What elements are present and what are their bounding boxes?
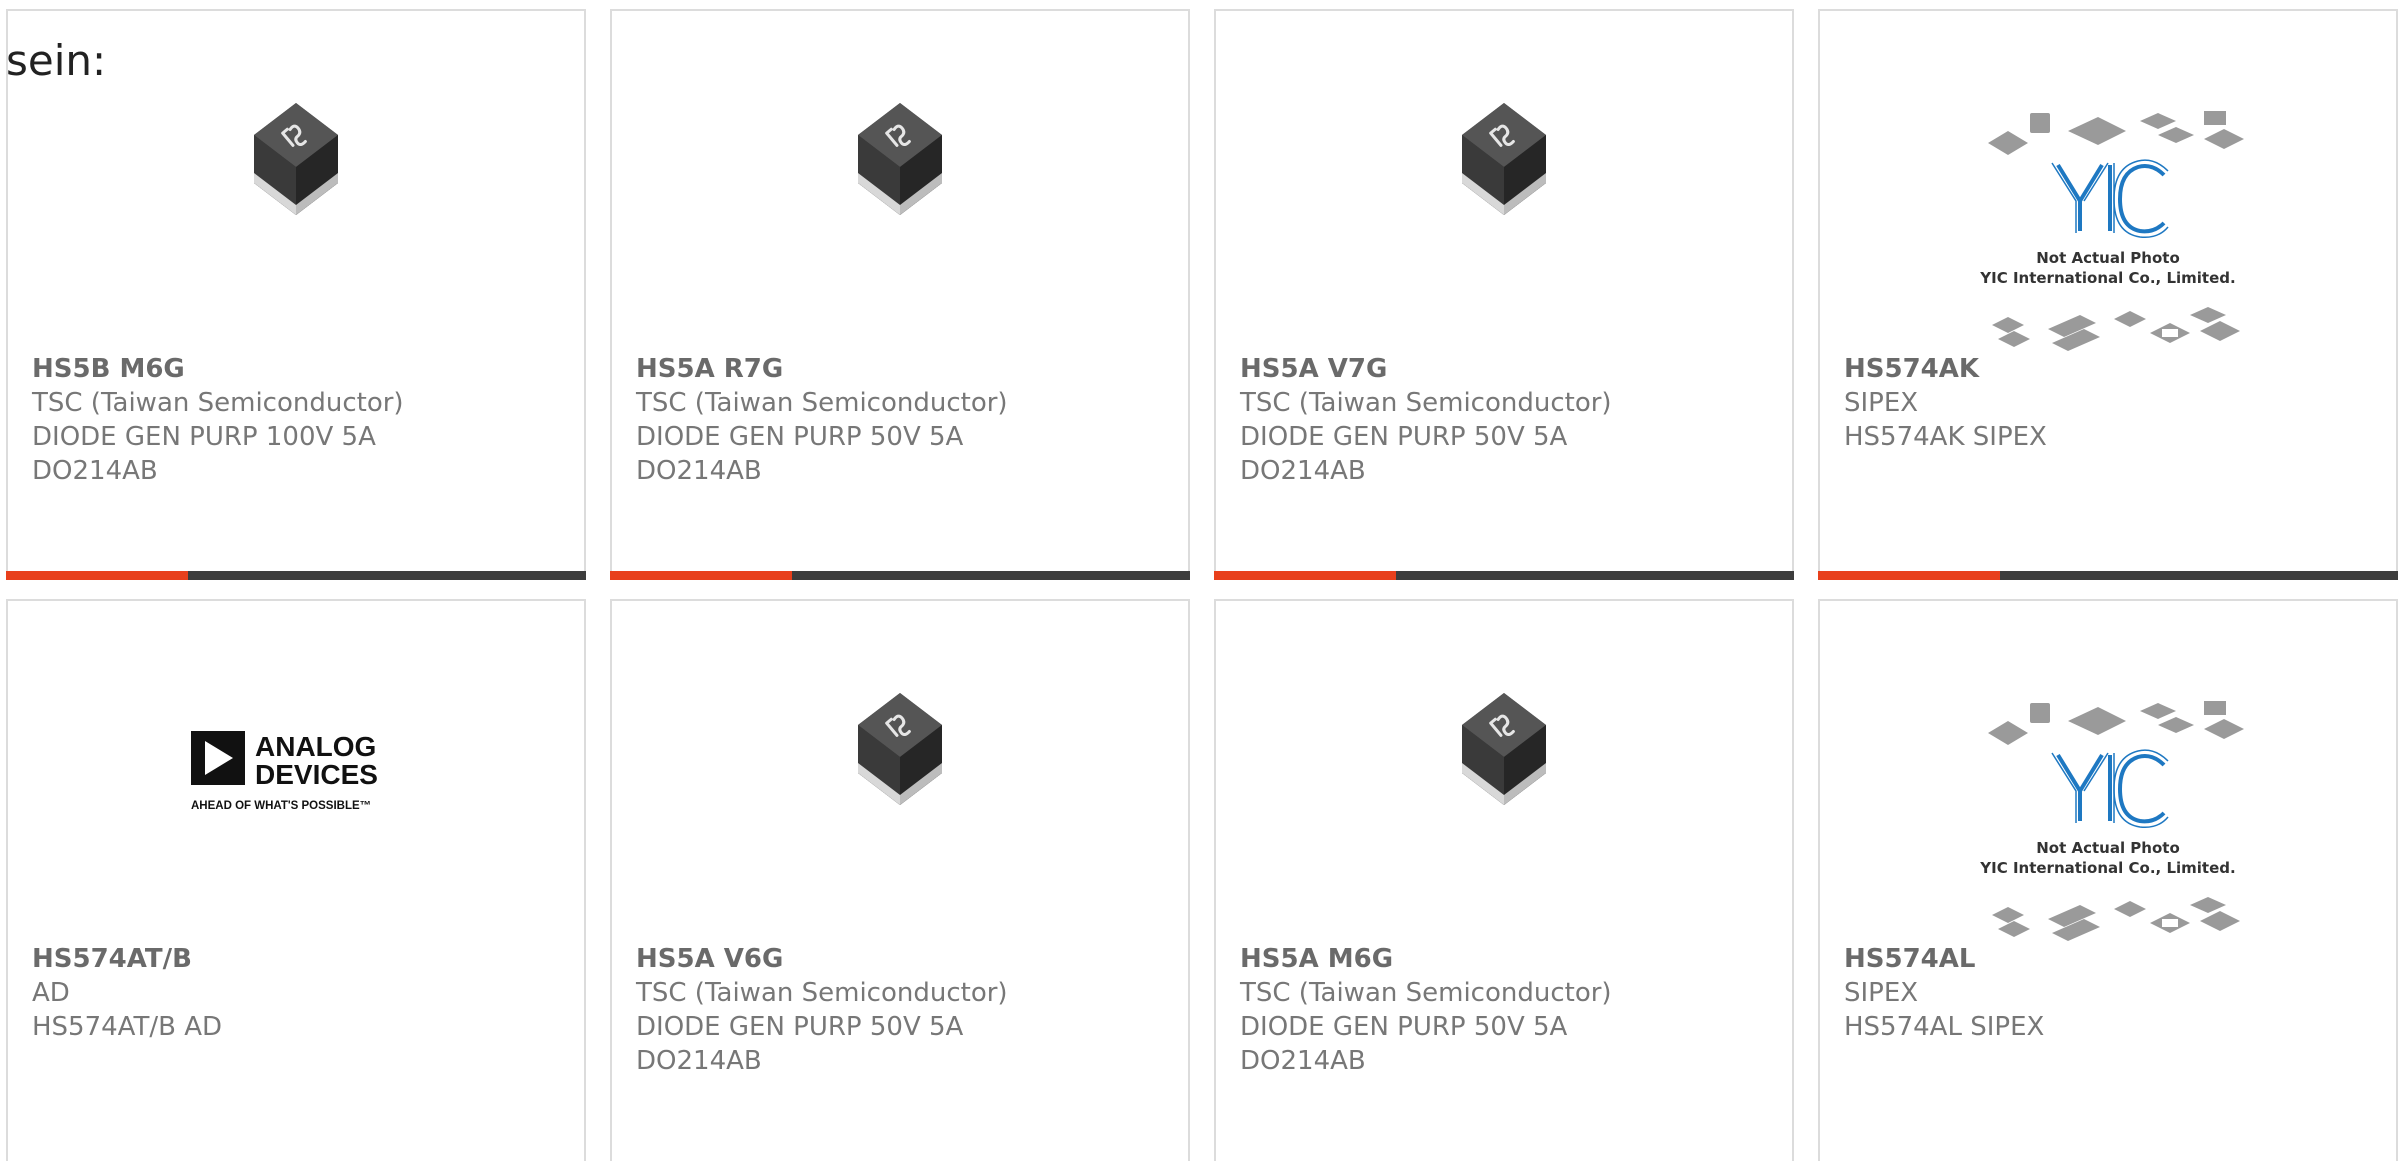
product-info: HS574AL SIPEX HS574AL SIPEX bbox=[1844, 942, 2376, 1044]
product-card[interactable]: Not Actual Photo YIC International Co., … bbox=[1818, 599, 2398, 1161]
accent-bar bbox=[1214, 571, 1794, 580]
accent-bar-fill bbox=[610, 571, 792, 580]
lead-text: sein: bbox=[6, 36, 107, 85]
diode-chip-icon bbox=[1454, 101, 1554, 221]
manufacturer: SIPEX bbox=[1844, 978, 1919, 1008]
yic-placeholder-image: Not Actual Photo YIC International Co., … bbox=[1979, 693, 2248, 953]
product-image[interactable]: Not Actual Photo YIC International Co., … bbox=[1820, 693, 2396, 943]
package: DO214AB bbox=[1240, 456, 1366, 486]
description: HS574AL SIPEX bbox=[1844, 1012, 2045, 1042]
part-number-link[interactable]: HS5A V6G bbox=[636, 942, 1168, 976]
manufacturer: TSC (Taiwan Semiconductor) bbox=[636, 978, 1008, 1008]
manufacturer: AD bbox=[32, 978, 70, 1008]
product-card[interactable]: HS5A R7G TSC (Taiwan Semiconductor) DIOD… bbox=[610, 9, 1190, 580]
description: DIODE GEN PURP 50V 5A bbox=[1240, 422, 1568, 452]
part-number-link[interactable]: HS574AK bbox=[1844, 352, 2376, 386]
package: DO214AB bbox=[636, 1046, 762, 1076]
product-info: HS574AK SIPEX HS574AK SIPEX bbox=[1844, 352, 2376, 454]
description: HS574AK SIPEX bbox=[1844, 422, 2047, 452]
part-number-link[interactable]: HS5A V7G bbox=[1240, 352, 1772, 386]
product-card[interactable]: HS5A V7G TSC (Taiwan Semiconductor) DIOD… bbox=[1214, 9, 1794, 580]
description: HS574AT/B AD bbox=[32, 1012, 222, 1042]
description: DIODE GEN PURP 50V 5A bbox=[636, 1012, 964, 1042]
product-info: HS5B M6G TSC (Taiwan Semiconductor) DIOD… bbox=[32, 352, 564, 488]
product-image[interactable] bbox=[612, 691, 1188, 941]
diode-chip-icon bbox=[850, 691, 950, 811]
product-image[interactable] bbox=[8, 101, 584, 351]
analog-devices-logo: ANALOG DEVICES AHEAD OF WHAT'S POSSIBLE™ bbox=[191, 731, 378, 812]
product-image[interactable]: Not Actual Photo YIC International Co., … bbox=[1820, 103, 2396, 353]
product-card[interactable]: ANALOG DEVICES AHEAD OF WHAT'S POSSIBLE™… bbox=[6, 599, 586, 1161]
accent-bar bbox=[610, 571, 1190, 580]
manufacturer: TSC (Taiwan Semiconductor) bbox=[636, 388, 1008, 418]
placeholder-caption-2: YIC International Co., Limited. bbox=[1979, 269, 2235, 287]
part-number-link[interactable]: HS574AT/B bbox=[32, 942, 564, 976]
diode-chip-icon bbox=[246, 101, 346, 221]
product-info: HS574AT/B AD HS574AT/B AD bbox=[32, 942, 564, 1044]
product-info: HS5A V6G TSC (Taiwan Semiconductor) DIOD… bbox=[636, 942, 1168, 1078]
description: DIODE GEN PURP 100V 5A bbox=[32, 422, 376, 452]
description: DIODE GEN PURP 50V 5A bbox=[1240, 1012, 1568, 1042]
placeholder-caption-2: YIC International Co., Limited. bbox=[1979, 859, 2235, 877]
product-info: HS5A M6G TSC (Taiwan Semiconductor) DIOD… bbox=[1240, 942, 1772, 1078]
part-number-link[interactable]: HS5A M6G bbox=[1240, 942, 1772, 976]
manufacturer: TSC (Taiwan Semiconductor) bbox=[32, 388, 404, 418]
part-number-link[interactable]: HS5B M6G bbox=[32, 352, 564, 386]
manufacturer: SIPEX bbox=[1844, 388, 1919, 418]
accent-bar-fill bbox=[1214, 571, 1396, 580]
product-image[interactable] bbox=[1216, 691, 1792, 941]
product-image[interactable] bbox=[612, 101, 1188, 351]
product-card[interactable]: HS5A M6G TSC (Taiwan Semiconductor) DIOD… bbox=[1214, 599, 1794, 1161]
logo-tagline: AHEAD OF WHAT'S POSSIBLE™ bbox=[191, 800, 371, 812]
logo-line-1: ANALOG bbox=[255, 731, 376, 762]
accent-bar bbox=[6, 571, 586, 580]
product-card[interactable]: HS5A V6G TSC (Taiwan Semiconductor) DIOD… bbox=[610, 599, 1190, 1161]
manufacturer: TSC (Taiwan Semiconductor) bbox=[1240, 978, 1612, 1008]
placeholder-caption-1: Not Actual Photo bbox=[2036, 839, 2180, 857]
placeholder-caption-1: Not Actual Photo bbox=[2036, 249, 2180, 267]
product-grid: sein: HS5B M6G TSC (Taiwan Semiconductor… bbox=[0, 0, 2400, 1161]
accent-bar-fill bbox=[6, 571, 188, 580]
diode-chip-icon bbox=[1454, 691, 1554, 811]
product-image[interactable] bbox=[1216, 101, 1792, 351]
accent-bar bbox=[1818, 571, 2398, 580]
part-number-link[interactable]: HS5A R7G bbox=[636, 352, 1168, 386]
package: DO214AB bbox=[1240, 1046, 1366, 1076]
logo-line-2: DEVICES bbox=[255, 759, 378, 790]
package: DO214AB bbox=[32, 456, 158, 486]
accent-bar-fill bbox=[1818, 571, 2000, 580]
package: DO214AB bbox=[636, 456, 762, 486]
product-card[interactable]: HS5B M6G TSC (Taiwan Semiconductor) DIOD… bbox=[6, 9, 586, 580]
product-info: HS5A R7G TSC (Taiwan Semiconductor) DIOD… bbox=[636, 352, 1168, 488]
manufacturer: TSC (Taiwan Semiconductor) bbox=[1240, 388, 1612, 418]
product-card[interactable]: Not Actual Photo YIC International Co., … bbox=[1818, 9, 2398, 580]
part-number-link[interactable]: HS574AL bbox=[1844, 942, 2376, 976]
diode-chip-icon bbox=[850, 101, 950, 221]
yic-placeholder-image: Not Actual Photo YIC International Co., … bbox=[1979, 103, 2248, 363]
description: DIODE GEN PURP 50V 5A bbox=[636, 422, 964, 452]
product-info: HS5A V7G TSC (Taiwan Semiconductor) DIOD… bbox=[1240, 352, 1772, 488]
